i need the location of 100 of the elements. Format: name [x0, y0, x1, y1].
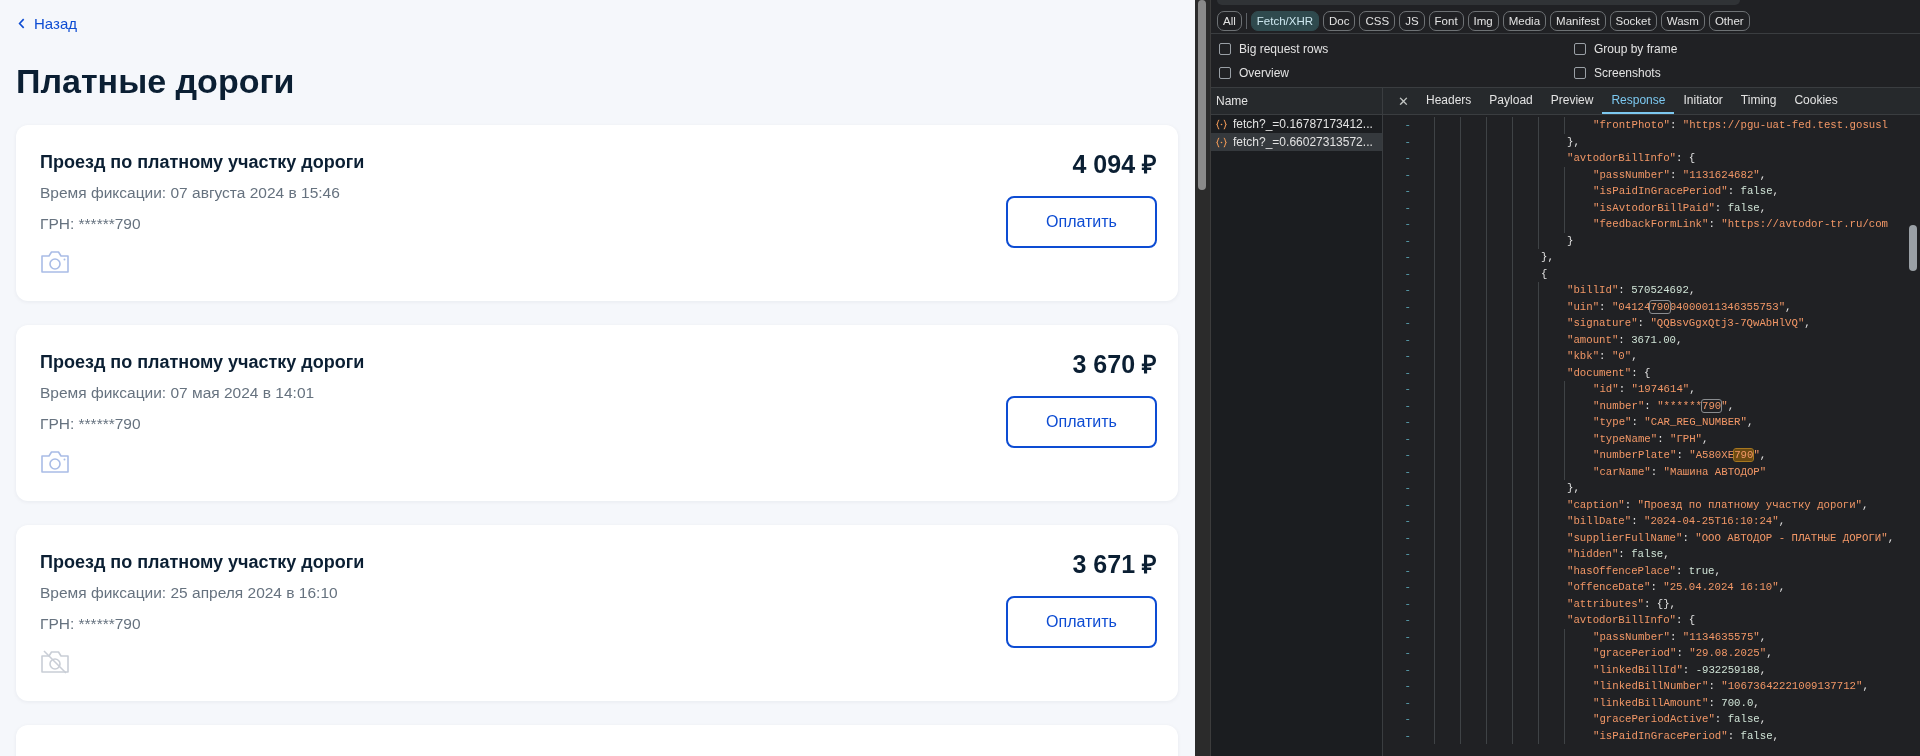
scrollbar-thumb[interactable] [1909, 225, 1917, 271]
option-label: Overview [1239, 65, 1289, 80]
camera-icon[interactable] [40, 450, 70, 474]
panel-tab[interactable]: Headers [1417, 88, 1481, 114]
checkbox[interactable] [1574, 66, 1586, 79]
diff-marker: - [1403, 250, 1412, 265]
diff-marker: - [1403, 728, 1412, 744]
code-line: "feedbackFormLink": "https://avtodor-tr.ru/com [1592, 217, 1889, 232]
diff-marker: - [1403, 266, 1412, 282]
diff-marker: - [1403, 415, 1412, 430]
diff-marker: - [1403, 134, 1412, 150]
type-filter-button[interactable]: All [1217, 10, 1242, 31]
code-line: "isPaidInGracePeriod": false, [1592, 728, 1779, 744]
checkbox[interactable] [1219, 66, 1231, 79]
code-line: "kbk": "0", [1566, 349, 1638, 364]
diff-marker: - [1403, 118, 1412, 133]
diff-marker: - [1403, 547, 1412, 562]
type-filter-button[interactable]: JS [1399, 10, 1425, 31]
diff-marker: - [1403, 233, 1412, 249]
request-row[interactable]: fetch?_=0.16787173412... [1211, 115, 1382, 133]
code-line: "document": { [1566, 365, 1651, 381]
type-filter-button[interactable]: Manifest [1550, 10, 1606, 31]
bill-caption: Проезд по платному участку дороги [40, 551, 365, 573]
diff-marker: - [1403, 448, 1412, 463]
type-filter-button[interactable]: CSS [1359, 10, 1396, 31]
diff-marker: - [1403, 646, 1412, 661]
type-filter-button[interactable]: Font [1428, 10, 1464, 31]
code-line: "avtodorBillInfo": { [1566, 613, 1696, 628]
code-line: "supplierFullName": "ООО АВТОДОР - ПЛАТНЫЕ ДОРОГИ", [1566, 530, 1895, 546]
panel-tab[interactable]: Payload [1480, 88, 1542, 114]
diff-marker: - [1403, 382, 1412, 397]
bill-amount: 3 671 ₽ [1072, 549, 1157, 579]
diff-marker: - [1403, 200, 1412, 216]
diff-marker: - [1403, 217, 1412, 232]
bill-amount: 3 670 ₽ [1072, 349, 1157, 379]
code-line: "carName": "Машина АВТОДОР" [1592, 464, 1767, 480]
type-filter-button[interactable]: Other [1708, 10, 1750, 31]
request-row[interactable]: fetch?_=0.66027313572... [1211, 133, 1382, 151]
code-line: "attributes": {}, [1566, 596, 1677, 612]
fixation-time: Время фиксации: 07 мая 2024 в 14:01 [40, 383, 316, 403]
code-line: "billDate": "2024-04-25T16:10:24", [1566, 514, 1786, 529]
diff-marker: - [1403, 695, 1412, 711]
code-line: { [1540, 266, 1548, 282]
type-filter-button[interactable]: Img [1467, 10, 1499, 31]
type-filter-button[interactable]: Doc [1323, 10, 1356, 31]
diff-marker: - [1403, 316, 1412, 331]
diff-marker: - [1403, 679, 1412, 694]
panel-tab[interactable]: Response [1602, 88, 1675, 114]
camera-icon[interactable] [40, 250, 70, 274]
code-line: "billId": 570524692, [1566, 283, 1696, 298]
code-line: "passNumber": "1131624682", [1592, 167, 1767, 183]
plate-number: ГРН: ******790 [40, 614, 142, 634]
code-line: "gracePeriodActive": false, [1592, 712, 1767, 727]
code-line: "type": "CAR_REG_NUMBER", [1592, 415, 1754, 430]
code-line: "uin": "0412479004000011346355753", [1566, 299, 1792, 315]
pay-button[interactable]: Оплатить [1006, 196, 1157, 248]
diff-marker: - [1403, 398, 1412, 414]
diff-marker: - [1403, 514, 1412, 529]
code-line: "number": "******790", [1592, 398, 1735, 414]
diff-marker: - [1403, 530, 1412, 546]
diff-marker: - [1403, 662, 1412, 678]
diff-marker: - [1403, 481, 1412, 496]
type-filter-button[interactable]: Wasm [1660, 10, 1705, 31]
code-line: "amount": 3671.00, [1566, 332, 1683, 348]
plate-number: ГРН: ******790 [40, 414, 142, 434]
diff-marker: - [1403, 332, 1412, 348]
diff-marker: - [1403, 299, 1412, 315]
diff-marker: - [1403, 349, 1412, 364]
option-label: Screenshots [1594, 65, 1661, 80]
type-filter-button[interactable]: Fetch/XHR [1250, 10, 1320, 31]
diff-marker: - [1403, 580, 1412, 595]
type-filter-button[interactable]: Socket [1609, 10, 1657, 31]
code-line: } [1566, 233, 1574, 249]
scrollbar-thumb[interactable] [1198, 0, 1206, 190]
panel-tab[interactable]: Initiator [1674, 88, 1732, 114]
pay-button[interactable]: Оплатить [1006, 596, 1157, 648]
bill-amount: 4 094 ₽ [1072, 149, 1157, 179]
panel-tab[interactable]: Preview [1541, 88, 1603, 114]
code-line: "linkedBillNumber": "10673642221009137712", [1592, 679, 1869, 694]
panel-tab[interactable]: Timing [1731, 88, 1786, 114]
back-link[interactable]: Назад [18, 15, 77, 32]
checkbox[interactable] [1574, 42, 1586, 55]
diff-marker: - [1403, 613, 1412, 628]
diff-marker: - [1403, 151, 1412, 166]
type-filter-button[interactable]: Media [1502, 10, 1547, 31]
diff-marker: - [1403, 596, 1412, 612]
diff-marker: - [1403, 365, 1412, 381]
panel-tab[interactable]: Cookies [1785, 88, 1847, 114]
checkbox[interactable] [1219, 42, 1231, 55]
code-line: "hasOffencePlace": true, [1566, 563, 1721, 579]
diff-marker: - [1403, 431, 1412, 447]
pay-button[interactable]: Оплатить [1006, 396, 1157, 448]
diff-marker: - [1403, 712, 1412, 727]
chevron-left-icon [18, 18, 25, 29]
code-line: "typeName": "ГРН", [1592, 431, 1709, 447]
code-line: "id": "1974614", [1592, 382, 1696, 397]
close-button[interactable]: ✕ [1389, 88, 1417, 114]
code-line: "linkedBillAmount": 700.0, [1592, 695, 1760, 711]
code-line: "passNumber": "1134635575", [1592, 629, 1767, 645]
code-line: "isAvtodorBillPaid": false, [1592, 200, 1767, 216]
